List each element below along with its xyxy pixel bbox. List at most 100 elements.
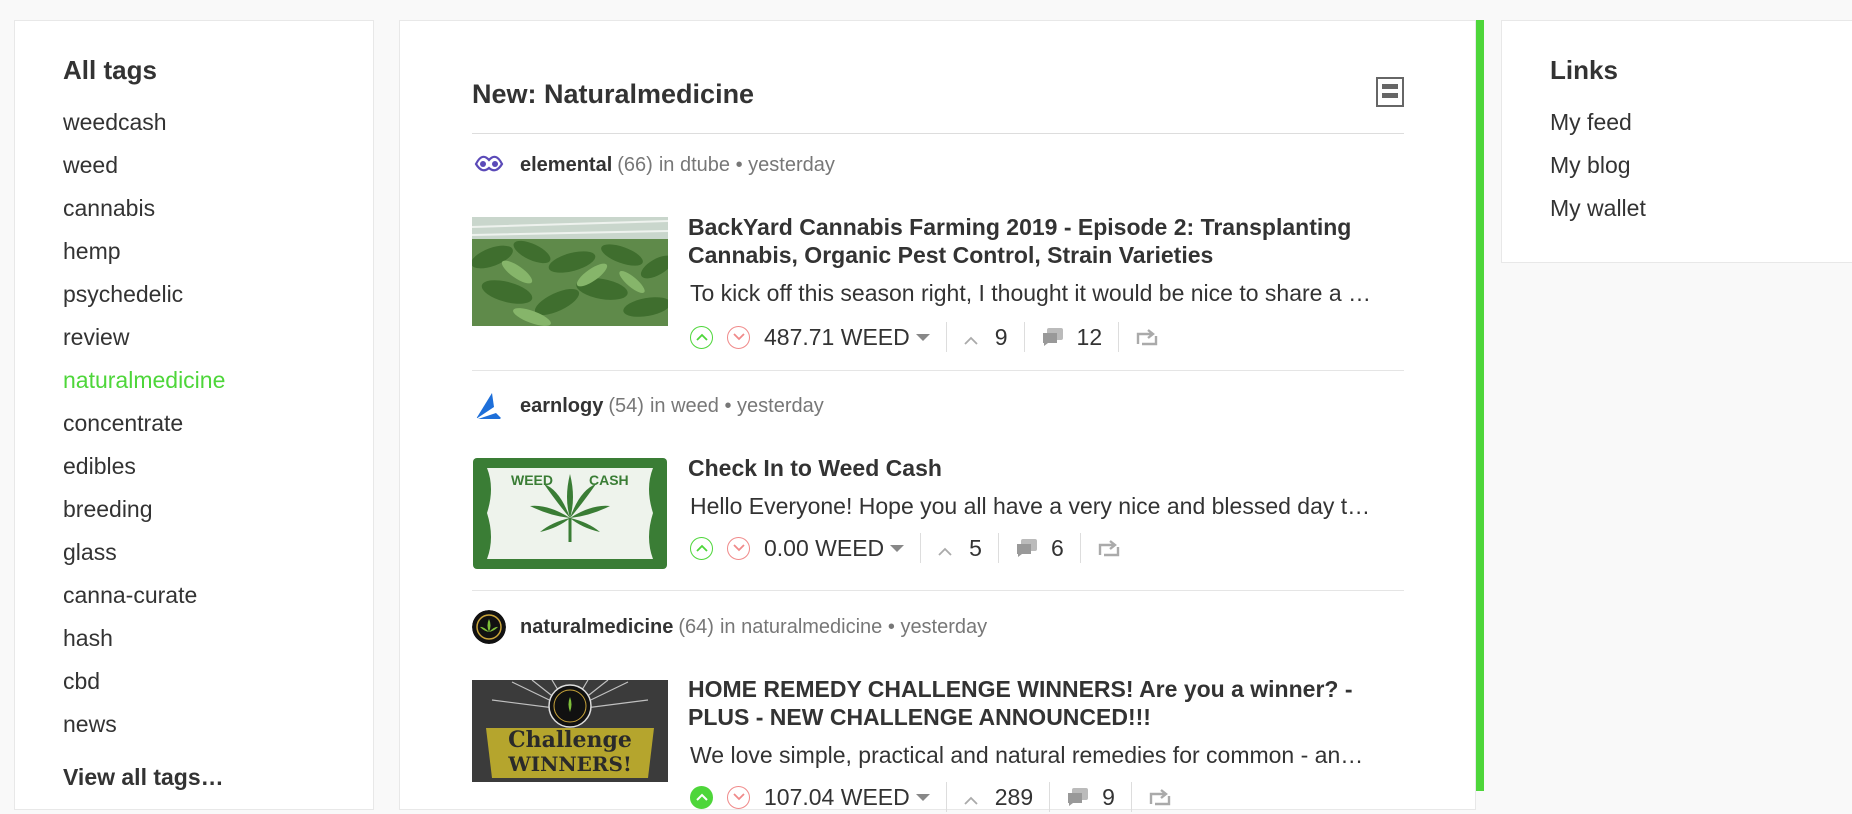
downvote-icon[interactable] (727, 785, 750, 809)
links-sidebar: Links My feed My blog My wallet (1501, 20, 1852, 263)
divider (1049, 782, 1051, 812)
my-wallet-link[interactable]: My wallet (1550, 187, 1646, 230)
layout-toggle-icon[interactable] (1376, 77, 1404, 107)
upvote-icon[interactable] (690, 785, 713, 809)
tag-item[interactable]: cannabis (63, 187, 225, 230)
tag-item[interactable]: review (63, 316, 225, 359)
comments-button[interactable]: 12 (1041, 323, 1103, 351)
post-actions: 0.00 WEED 5 6 (690, 531, 1121, 565)
post-author[interactable]: naturalmedicine (520, 616, 673, 639)
payout-dropdown[interactable]: 487.71 WEED (764, 324, 930, 351)
avatar[interactable] (472, 148, 506, 182)
post-category[interactable]: naturalmedicine (741, 616, 882, 639)
post-item: elemental (66) in dtube • yesterday Back… (472, 148, 1404, 379)
chevron-up-icon (937, 535, 953, 562)
feed-title: New: Naturalmedicine (472, 79, 755, 109)
post-thumbnail[interactable]: WEED CASH (473, 458, 667, 569)
meta-separator: • (718, 394, 738, 417)
thumb-label: WINNERS! (508, 752, 632, 776)
votes-count: 289 (994, 783, 1034, 810)
chevron-up-icon (963, 784, 979, 811)
payout-dropdown[interactable]: 107.04 WEED (764, 784, 930, 811)
reblog-icon[interactable] (1097, 539, 1121, 557)
comments-button[interactable]: 6 (1015, 535, 1064, 562)
comments-button[interactable]: 9 (1066, 784, 1115, 811)
divider (945, 782, 947, 812)
thumb-label: CASH (589, 472, 629, 488)
scroll-indicator-bar (1476, 20, 1484, 791)
post-author[interactable]: elemental (520, 154, 612, 177)
caret-down-icon (890, 544, 905, 552)
divider (920, 533, 922, 563)
tag-item[interactable]: psychedelic (63, 273, 225, 316)
post-excerpt[interactable]: Hello Everyone! Hope you all have a very… (690, 493, 1404, 520)
post-thumbnail[interactable] (472, 217, 668, 326)
payout-dropdown[interactable]: 0.00 WEED (764, 534, 905, 562)
post-title[interactable]: HOME REMEDY CHALLENGE WINNERS! Are you a… (688, 675, 1404, 731)
tag-item[interactable]: glass (63, 531, 225, 574)
tag-item-active[interactable]: naturalmedicine (63, 359, 225, 402)
post-time[interactable]: yesterday (748, 154, 835, 177)
post-time[interactable]: yesterday (900, 616, 987, 639)
tag-item[interactable]: weed (63, 144, 225, 187)
payout-value: 107.04 WEED (764, 783, 910, 810)
comments-count: 12 (1076, 323, 1103, 350)
comments-count: 9 (1102, 783, 1115, 810)
post-title[interactable]: Check In to Weed Cash (688, 454, 1404, 482)
post-time[interactable]: yesterday (737, 395, 824, 418)
post-item: naturalmedicine (64) in naturalmedicine … (472, 610, 1404, 814)
tag-item[interactable]: hash (63, 617, 225, 660)
tag-item[interactable]: breeding (63, 488, 225, 531)
comments-icon (1041, 327, 1065, 347)
tag-item[interactable]: cbd (63, 660, 225, 703)
post-excerpt[interactable]: To kick off this season right, I thought… (690, 280, 1404, 307)
post-thumbnail[interactable]: Challenge WINNERS! (472, 680, 668, 782)
downvote-icon[interactable] (727, 325, 750, 349)
view-all-tags-link[interactable]: View all tags… (63, 764, 224, 791)
tag-item[interactable]: hemp (63, 230, 225, 273)
reblog-icon[interactable] (1135, 328, 1159, 346)
tag-item[interactable]: weedcash (63, 101, 225, 144)
author-reputation: (64) (678, 615, 714, 638)
my-feed-link[interactable]: My feed (1550, 101, 1646, 144)
voters-button[interactable]: 289 (963, 784, 1033, 811)
post-title[interactable]: BackYard Cannabis Farming 2019 - Episode… (688, 213, 1404, 269)
thumb-label: WEED (511, 472, 553, 488)
chevron-up-icon (963, 324, 979, 351)
tag-item[interactable]: canna-curate (63, 574, 225, 617)
tags-title: All tags (63, 55, 157, 85)
upvote-icon[interactable] (690, 325, 713, 349)
divider (1130, 782, 1132, 812)
voters-button[interactable]: 9 (963, 324, 1008, 351)
avatar[interactable] (472, 610, 506, 644)
tag-item[interactable]: edibles (63, 445, 225, 488)
tag-item[interactable]: concentrate (63, 402, 225, 445)
links-list: My feed My blog My wallet (1550, 101, 1646, 230)
author-reputation: (66) (617, 153, 653, 176)
post-separator (472, 370, 1404, 371)
post-excerpt[interactable]: We love simple, practical and natural re… (690, 742, 1404, 769)
tag-item[interactable]: news (63, 703, 225, 746)
post-category[interactable]: weed (671, 395, 719, 418)
tags-sidebar: All tags weedcash weed cannabis hemp psy… (14, 20, 374, 810)
feed-header: New: Naturalmedicine (472, 59, 1404, 134)
post-meta: elemental (66) in dtube • yesterday (472, 148, 835, 182)
meta-separator: • (730, 153, 749, 176)
in-label: in (649, 394, 666, 417)
meta-separator: • (882, 615, 901, 638)
post-meta: naturalmedicine (64) in naturalmedicine … (472, 610, 987, 644)
upvote-icon[interactable] (690, 536, 713, 560)
post-actions: 107.04 WEED 289 9 (690, 780, 1172, 814)
avatar[interactable] (472, 389, 506, 423)
post-category[interactable]: dtube (680, 154, 730, 177)
payout-value: 0.00 WEED (764, 534, 885, 561)
post-item: earnlogy (54) in weed • yesterday WEED C… (472, 389, 1404, 600)
divider (945, 322, 947, 352)
my-blog-link[interactable]: My blog (1550, 144, 1646, 187)
thumb-label: Challenge (508, 727, 632, 753)
voters-button[interactable]: 5 (937, 535, 982, 562)
in-label: in (658, 153, 675, 176)
divider (1118, 322, 1120, 352)
post-author[interactable]: earnlogy (520, 395, 603, 418)
downvote-icon[interactable] (727, 536, 750, 560)
